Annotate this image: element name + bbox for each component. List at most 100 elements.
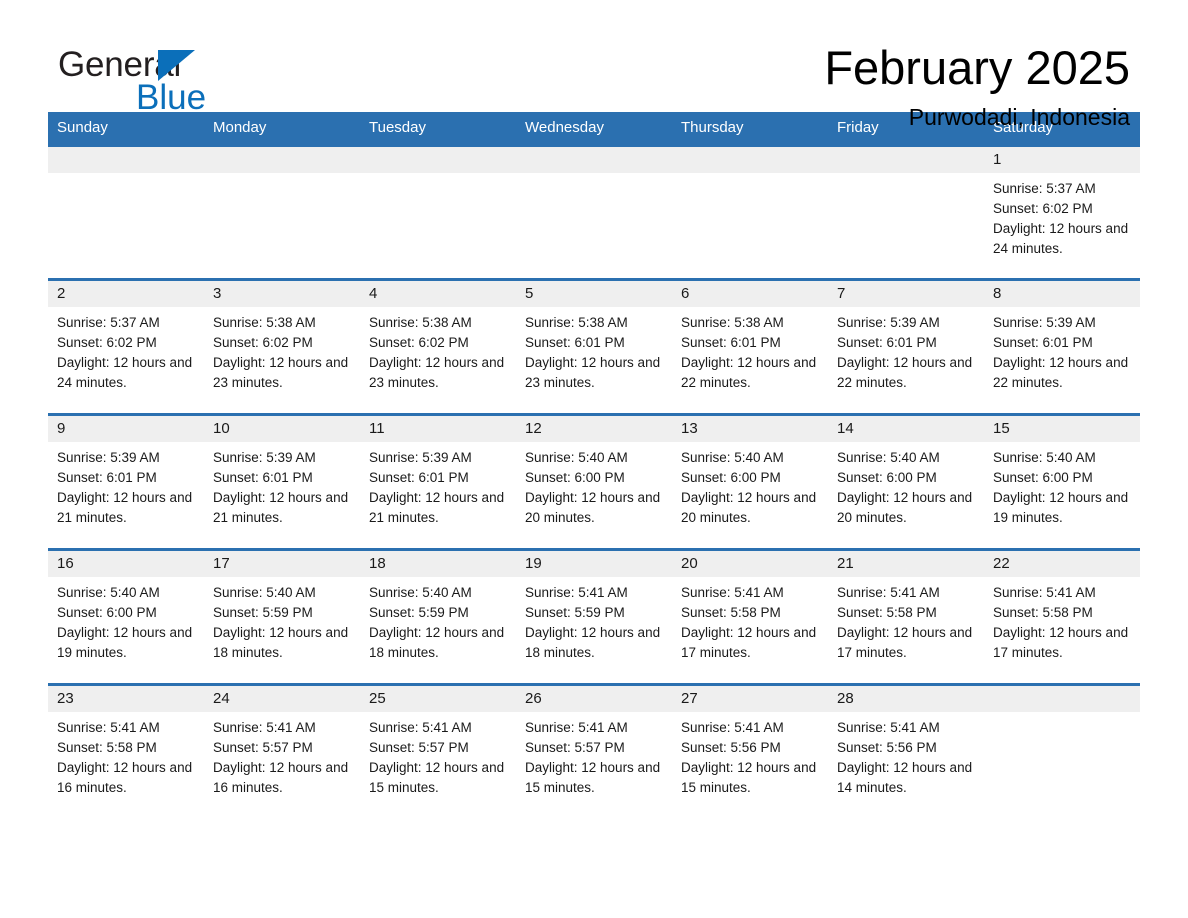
sun-info: Sunrise: 5:38 AM Sunset: 6:01 PM Daylight:… xyxy=(672,307,828,393)
day-cell[interactable]: 3 Sunrise: 5:38 AM Sunset: 6:02 PM Daylight… xyxy=(204,278,360,415)
title-block: February 2025 Purwodadi, Indonesia xyxy=(824,40,1130,132)
day-number: 26 xyxy=(516,686,672,712)
daylight-text: Daylight: 12 hours and 22 minutes. xyxy=(837,355,973,390)
day-cell[interactable]: 4 Sunrise: 5:38 AM Sunset: 6:02 PM Daylight… xyxy=(360,278,516,415)
day-cell[interactable]: 21 Sunrise: 5:41 AM Sunset: 5:58 PM Dayligh… xyxy=(828,548,984,685)
sun-info: Sunrise: 5:39 AM Sunset: 6:01 PM Daylight:… xyxy=(204,442,360,528)
sunset-text: Sunset: 5:58 PM xyxy=(993,605,1093,620)
day-cell-content: 27 Sunrise: 5:41 AM Sunset: 5:56 PM Dayligh… xyxy=(672,686,828,818)
day-cell[interactable]: 22 Sunrise: 5:41 AM Sunset: 5:58 PM Dayligh… xyxy=(984,548,1140,685)
sunset-text: Sunset: 6:01 PM xyxy=(681,335,781,350)
day-cell[interactable]: 6 Sunrise: 5:38 AM Sunset: 6:01 PM Daylight… xyxy=(672,278,828,415)
day-cell-content: 10 Sunrise: 5:39 AM Sunset: 6:01 PM Dayligh… xyxy=(204,416,360,548)
day-number: 3 xyxy=(204,281,360,307)
sun-info: Sunrise: 5:40 AM Sunset: 6:00 PM Daylight:… xyxy=(828,442,984,528)
day-cell[interactable]: 27 Sunrise: 5:41 AM Sunset: 5:56 PM Dayligh… xyxy=(672,683,828,818)
day-cell-content: 17 Sunrise: 5:40 AM Sunset: 5:59 PM Dayligh… xyxy=(204,551,360,683)
day-cell-content xyxy=(516,147,672,278)
day-cell[interactable]: 2 Sunrise: 5:37 AM Sunset: 6:02 PM Daylight… xyxy=(48,278,204,415)
day-number xyxy=(204,147,360,173)
daylight-text: Daylight: 12 hours and 15 minutes. xyxy=(681,760,817,795)
day-number: 13 xyxy=(672,416,828,442)
sunset-text: Sunset: 6:00 PM xyxy=(57,605,157,620)
sunrise-text: Sunrise: 5:41 AM xyxy=(57,720,160,735)
sunrise-text: Sunrise: 5:39 AM xyxy=(993,315,1096,330)
day-cell[interactable]: 7 Sunrise: 5:39 AM Sunset: 6:01 PM Daylight… xyxy=(828,278,984,415)
day-cell[interactable]: 10 Sunrise: 5:39 AM Sunset: 6:01 PM Dayligh… xyxy=(204,413,360,550)
sunrise-text: Sunrise: 5:40 AM xyxy=(681,450,784,465)
daylight-text: Daylight: 12 hours and 20 minutes. xyxy=(525,490,661,525)
sun-info: Sunrise: 5:41 AM Sunset: 5:59 PM Daylight:… xyxy=(516,577,672,663)
daylight-text: Daylight: 12 hours and 24 minutes. xyxy=(993,221,1129,256)
day-cell-content: 23 Sunrise: 5:41 AM Sunset: 5:58 PM Dayligh… xyxy=(48,686,204,818)
day-cell[interactable]: 8 Sunrise: 5:39 AM Sunset: 6:01 PM Daylight… xyxy=(984,278,1140,415)
day-cell[interactable]: 13 Sunrise: 5:40 AM Sunset: 6:00 PM Dayligh… xyxy=(672,413,828,550)
calendar-week-row: 16 Sunrise: 5:40 AM Sunset: 6:00 PM Dayligh… xyxy=(48,548,1140,685)
daylight-text: Daylight: 12 hours and 18 minutes. xyxy=(213,625,349,660)
day-cell[interactable]: 17 Sunrise: 5:40 AM Sunset: 5:59 PM Dayligh… xyxy=(204,548,360,685)
sunset-text: Sunset: 5:59 PM xyxy=(369,605,469,620)
sunrise-text: Sunrise: 5:39 AM xyxy=(213,450,316,465)
weekday-header-tuesday: Tuesday xyxy=(360,112,516,146)
day-number: 12 xyxy=(516,416,672,442)
sunrise-text: Sunrise: 5:40 AM xyxy=(213,585,316,600)
day-number: 16 xyxy=(48,551,204,577)
day-number: 27 xyxy=(672,686,828,712)
day-cell[interactable]: 25 Sunrise: 5:41 AM Sunset: 5:57 PM Dayligh… xyxy=(360,683,516,818)
sun-info: Sunrise: 5:40 AM Sunset: 6:00 PM Daylight:… xyxy=(516,442,672,528)
day-number: 2 xyxy=(48,281,204,307)
daylight-text: Daylight: 12 hours and 21 minutes. xyxy=(369,490,505,525)
day-cell-content xyxy=(48,147,204,278)
day-cell[interactable]: 20 Sunrise: 5:41 AM Sunset: 5:58 PM Dayligh… xyxy=(672,548,828,685)
day-number: 17 xyxy=(204,551,360,577)
sunrise-text: Sunrise: 5:38 AM xyxy=(213,315,316,330)
day-cell[interactable]: 14 Sunrise: 5:40 AM Sunset: 6:00 PM Dayligh… xyxy=(828,413,984,550)
day-cell[interactable]: 9 Sunrise: 5:39 AM Sunset: 6:01 PM Daylight… xyxy=(48,413,204,550)
sun-info: Sunrise: 5:40 AM Sunset: 5:59 PM Daylight:… xyxy=(360,577,516,663)
day-cell[interactable]: 15 Sunrise: 5:40 AM Sunset: 6:00 PM Dayligh… xyxy=(984,413,1140,550)
generalblue-logo[interactable]: General Blue xyxy=(58,46,318,118)
day-cell[interactable]: 23 Sunrise: 5:41 AM Sunset: 5:58 PM Dayligh… xyxy=(48,683,204,818)
day-cell-content xyxy=(672,147,828,278)
day-cell[interactable]: 16 Sunrise: 5:40 AM Sunset: 6:00 PM Dayligh… xyxy=(48,548,204,685)
sunset-text: Sunset: 6:00 PM xyxy=(525,470,625,485)
day-number xyxy=(828,147,984,173)
day-number: 15 xyxy=(984,416,1140,442)
day-cell-content: 9 Sunrise: 5:39 AM Sunset: 6:01 PM Daylight… xyxy=(48,416,204,548)
daylight-text: Daylight: 12 hours and 24 minutes. xyxy=(57,355,193,390)
sunset-text: Sunset: 6:00 PM xyxy=(993,470,1093,485)
sun-info: Sunrise: 5:41 AM Sunset: 5:58 PM Daylight:… xyxy=(984,577,1140,663)
day-cell-content: 16 Sunrise: 5:40 AM Sunset: 6:00 PM Dayligh… xyxy=(48,551,204,683)
sunrise-text: Sunrise: 5:37 AM xyxy=(993,181,1096,196)
sunset-text: Sunset: 5:56 PM xyxy=(681,740,781,755)
day-cell[interactable]: 12 Sunrise: 5:40 AM Sunset: 6:00 PM Dayligh… xyxy=(516,413,672,550)
daylight-text: Daylight: 12 hours and 17 minutes. xyxy=(993,625,1129,660)
day-cell[interactable]: 18 Sunrise: 5:40 AM Sunset: 5:59 PM Dayligh… xyxy=(360,548,516,685)
day-cell[interactable]: 28 Sunrise: 5:41 AM Sunset: 5:56 PM Dayligh… xyxy=(828,683,984,818)
day-cell[interactable]: 26 Sunrise: 5:41 AM Sunset: 5:57 PM Dayligh… xyxy=(516,683,672,818)
daylight-text: Daylight: 12 hours and 19 minutes. xyxy=(993,490,1129,525)
sunrise-text: Sunrise: 5:40 AM xyxy=(369,585,472,600)
day-cell[interactable]: 24 Sunrise: 5:41 AM Sunset: 5:57 PM Dayligh… xyxy=(204,683,360,818)
sunset-text: Sunset: 5:58 PM xyxy=(681,605,781,620)
daylight-text: Daylight: 12 hours and 17 minutes. xyxy=(681,625,817,660)
sunrise-text: Sunrise: 5:40 AM xyxy=(993,450,1096,465)
day-number: 8 xyxy=(984,281,1140,307)
day-cell[interactable]: 11 Sunrise: 5:39 AM Sunset: 6:01 PM Dayligh… xyxy=(360,413,516,550)
day-number xyxy=(360,147,516,173)
day-cell-content: 21 Sunrise: 5:41 AM Sunset: 5:58 PM Dayligh… xyxy=(828,551,984,683)
day-cell-content: 11 Sunrise: 5:39 AM Sunset: 6:01 PM Dayligh… xyxy=(360,416,516,548)
sunrise-text: Sunrise: 5:41 AM xyxy=(681,720,784,735)
sun-info: Sunrise: 5:40 AM Sunset: 6:00 PM Daylight:… xyxy=(672,442,828,528)
daylight-text: Daylight: 12 hours and 18 minutes. xyxy=(525,625,661,660)
sunset-text: Sunset: 5:56 PM xyxy=(837,740,937,755)
day-cell[interactable]: 1 Sunrise: 5:37 AM Sunset: 6:02 PM Daylight… xyxy=(984,144,1140,280)
sunset-text: Sunset: 5:59 PM xyxy=(213,605,313,620)
day-cell-content: 13 Sunrise: 5:40 AM Sunset: 6:00 PM Dayligh… xyxy=(672,416,828,548)
sunset-text: Sunset: 5:57 PM xyxy=(213,740,313,755)
daylight-text: Daylight: 12 hours and 17 minutes. xyxy=(837,625,973,660)
day-number: 10 xyxy=(204,416,360,442)
day-cell[interactable]: 5 Sunrise: 5:38 AM Sunset: 6:01 PM Daylight… xyxy=(516,278,672,415)
day-cell[interactable]: 19 Sunrise: 5:41 AM Sunset: 5:59 PM Dayligh… xyxy=(516,548,672,685)
sunset-text: Sunset: 6:01 PM xyxy=(837,335,937,350)
